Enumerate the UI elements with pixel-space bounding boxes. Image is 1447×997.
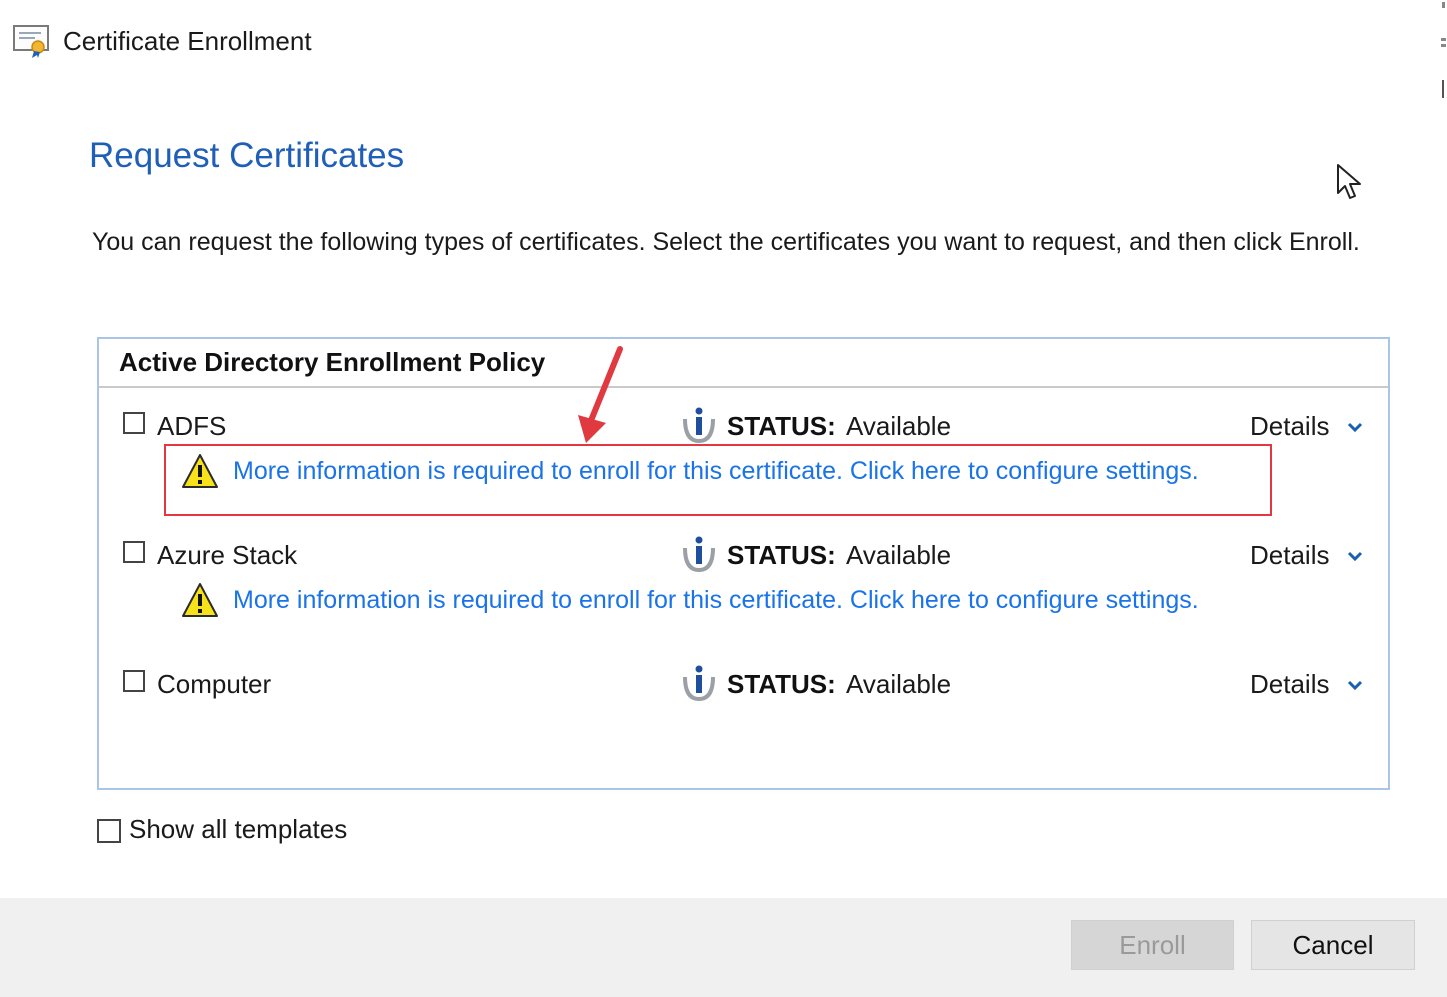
status-label: STATUS:: [727, 540, 836, 570]
chevron-down-icon[interactable]: [1347, 679, 1363, 691]
status-label: STATUS:: [727, 669, 836, 699]
info-icon: [683, 407, 715, 444]
status-label: STATUS:: [727, 411, 836, 441]
mouse-cursor-icon: [1337, 164, 1361, 199]
checkbox-azure-stack[interactable]: [123, 541, 145, 563]
instructions-text: You can request the following types of c…: [92, 228, 1360, 256]
status-value: Available: [846, 411, 952, 441]
checkbox-computer[interactable]: [123, 670, 145, 692]
chevron-down-icon[interactable]: [1347, 421, 1363, 433]
annotation-highlight-box: [164, 444, 1272, 516]
show-all-templates-label[interactable]: Show all templates: [129, 814, 347, 845]
cancel-button[interactable]: Cancel: [1251, 920, 1415, 970]
info-icon: [683, 536, 715, 573]
cert-name-computer: Computer: [157, 669, 272, 699]
configure-settings-link-azure-stack[interactable]: More information is required to enroll f…: [233, 586, 1199, 615]
cert-name-adfs: ADFS: [157, 411, 227, 441]
page-title: Request Certificates: [89, 136, 405, 175]
title-bar: Certificate Enrollment: [0, 0, 1447, 98]
enrollment-policy-panel: Active Directory Enrollment Policy ADFS …: [97, 337, 1390, 790]
details-link-adfs[interactable]: Details: [1250, 411, 1329, 442]
chevron-down-icon[interactable]: [1347, 550, 1363, 562]
window-title: Certificate Enrollment: [63, 26, 312, 56]
checkbox-adfs[interactable]: [123, 412, 145, 434]
cert-name-azure-stack: Azure Stack: [157, 540, 298, 570]
details-link-azure-stack[interactable]: Details: [1250, 540, 1329, 571]
info-icon: [683, 665, 715, 702]
window-edge-marks: [1441, 2, 1446, 98]
dialog-footer: Enroll Cancel: [0, 898, 1447, 997]
certificate-icon: [13, 25, 49, 58]
show-all-templates-checkbox[interactable]: [97, 819, 121, 843]
enroll-button[interactable]: Enroll: [1071, 920, 1234, 970]
warning-icon: [182, 583, 218, 617]
status-value: Available: [846, 669, 952, 699]
status-value: Available: [846, 540, 952, 570]
annotation-arrow-icon: [578, 346, 623, 443]
policy-divider: [99, 386, 1388, 388]
details-link-computer[interactable]: Details: [1250, 669, 1329, 700]
policy-header: Active Directory Enrollment Policy: [119, 347, 546, 377]
